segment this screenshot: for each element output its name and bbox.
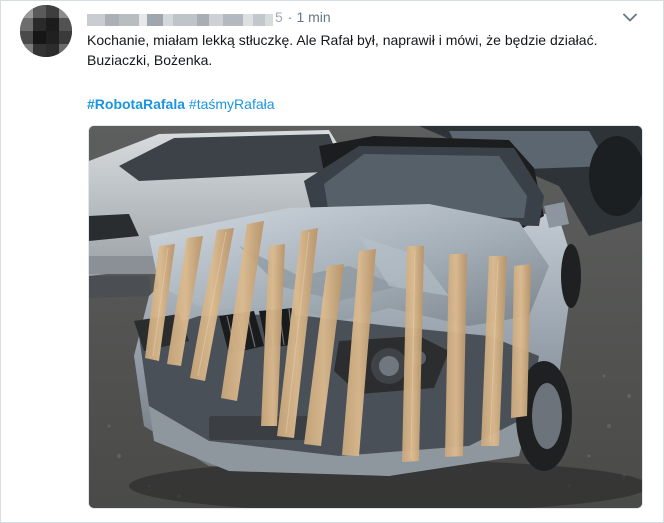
- hashtag-link[interactable]: #RobotaRafala: [87, 96, 185, 112]
- tweet-text: Kochanie, miałam lekką stłuczkę. Ale Raf…: [87, 30, 647, 70]
- tweet-text-line: Buziaczki, Bożenka.: [87, 52, 213, 68]
- author-handle-tail: 5: [275, 9, 283, 25]
- tweet: 5 · 1 min Kochanie, miałam lekką stłuczk…: [0, 0, 662, 521]
- chevron-down-icon[interactable]: [620, 9, 640, 25]
- hashtag-link[interactable]: #taśmyRafała: [189, 96, 275, 112]
- tweet-text-line: Kochanie, miałam lekką stłuczkę. Ale Raf…: [87, 32, 598, 48]
- blurred-author-name[interactable]: [87, 11, 273, 27]
- tweet-header: 5 · 1 min: [87, 8, 331, 27]
- avatar[interactable]: [20, 5, 72, 57]
- timestamp[interactable]: 1 min: [296, 9, 330, 25]
- photo-illustration: [89, 126, 642, 508]
- tweet-photo[interactable]: [88, 125, 643, 509]
- header-separator: ·: [287, 9, 293, 25]
- hashtags: #RobotaRafala #taśmyRafała: [87, 94, 275, 114]
